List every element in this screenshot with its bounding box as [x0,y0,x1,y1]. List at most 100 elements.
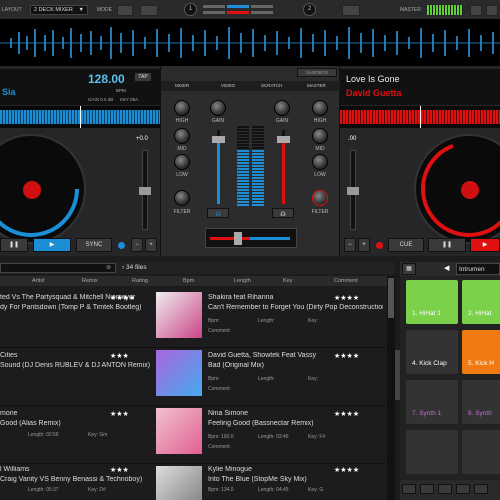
deck-right-artist: David Guetta [346,88,402,98]
volume-left-handle[interactable] [212,136,225,143]
eq-mid-left-knob[interactable] [174,128,190,144]
deck-left-waveform[interactable] [0,106,160,128]
volume-left-track[interactable] [212,130,225,204]
deck-left-pause-button[interactable]: ❚❚ [0,238,28,252]
play-icon: ▶ [49,242,55,248]
chevron-down-icon: ▼ [78,7,84,13]
effects-button[interactable] [342,5,360,16]
pitch-handle[interactable] [347,187,359,195]
pitch-minus-button-right[interactable]: − [344,238,356,252]
track-rating[interactable]: ★★★ [110,352,129,360]
track-key: Key: G [308,487,324,493]
table-row[interactable]: Cities ★★★ Sound (DJ Denis RUBLEV & DJ A… [0,346,385,406]
deck2-selector[interactable]: 2 [303,3,316,16]
mode-button-1[interactable] [117,5,133,16]
deck-right-key-lock-icon[interactable] [376,242,383,249]
gain-right-knob[interactable] [274,100,290,116]
col-artist[interactable]: Artist [32,278,45,284]
crossfader-handle[interactable] [234,232,242,245]
headphone-left-button[interactable]: ☊ [207,208,229,218]
browser-scrollbar[interactable] [387,276,395,500]
track-rating[interactable]: ★★★★ [334,466,359,474]
deck-right-pause-button[interactable]: ❚❚ [428,238,466,252]
track-rating[interactable]: ★★★★ [110,294,150,302]
deck-right-jogwheel[interactable] [414,134,500,244]
deck-right-cue-button[interactable]: CUE [388,238,424,252]
eq-low-right-knob[interactable] [312,154,328,170]
col-comment[interactable]: Comment [334,278,358,284]
track-rating[interactable]: ★★★★ [334,410,359,418]
pitch-handle[interactable] [139,187,151,195]
settings-button[interactable] [470,5,482,16]
sampler-pad-5[interactable]: 5. Kick H [462,330,500,374]
volume-right-track[interactable] [277,130,290,204]
tab-scratch[interactable]: SCRATCH [261,83,282,88]
track-rating[interactable]: ★★★★ [334,352,359,360]
deck1-selector[interactable]: 1 [184,3,197,16]
search-input[interactable] [0,263,116,273]
table-row[interactable]: l Williams ★★★ Craig Vanity VS Benny Ben… [0,462,385,500]
col-key[interactable]: Key [283,278,292,284]
sampler-pad-10[interactable] [406,430,458,474]
track-bpm: Bpm: [208,376,220,382]
sampler-settings-button[interactable] [474,484,488,494]
col-rating[interactable]: Rating [132,278,148,284]
pitch-plus-button[interactable]: + [145,238,157,252]
layout-select[interactable]: 2 DECK MIXER ▼ [30,5,88,15]
sampler-pad-8[interactable]: 8. Synth [462,380,500,424]
sandbox-button[interactable]: SANDBOX [297,68,337,77]
deck-left-sync-button[interactable]: SYNC [76,238,112,252]
deck-left-key-lock-icon[interactable] [118,242,125,249]
deck-right-waveform[interactable] [340,106,500,128]
col-bpm[interactable]: Bpm [183,278,194,284]
pitch-minus-button[interactable]: − [131,238,143,252]
deck-left-play-button[interactable]: ▶ [33,238,71,252]
side-panel-tab[interactable] [395,350,400,400]
eq-low-left-knob[interactable] [174,154,190,170]
tab-mixer[interactable]: MIXER [175,83,189,88]
filter-left-knob[interactable] [174,190,190,206]
sampler-loop-button[interactable] [438,484,452,494]
sampler-pad-1[interactable]: 1. HiHat 1 [406,280,458,324]
deck-left-pitch-slider[interactable] [139,150,151,230]
tab-video[interactable]: VIDEO [221,83,235,88]
sampler-pad-7[interactable]: 7. Synth 1 [406,380,458,424]
track-artist: Shakira feat Rihanna [208,294,274,301]
volume-right-handle[interactable] [277,136,290,143]
headphone-right-button[interactable]: ☊ [272,208,294,218]
sampler-volume-button[interactable] [456,484,470,494]
mode-button-2[interactable] [140,5,158,16]
sampler-pad-2[interactable]: 2. HiHat [462,280,500,324]
eq-high-left-knob[interactable] [174,100,190,116]
table-row[interactable]: mone ★★★ Good (Alias Remix) Length: 02:5… [0,404,385,464]
col-remix[interactable]: Remix [82,278,98,284]
sampler-mode-button[interactable] [402,484,416,494]
pitch-plus-button-right[interactable]: + [358,238,370,252]
filter-right-knob[interactable] [312,190,328,206]
close-button[interactable] [486,5,498,16]
grid-icon[interactable]: ▦ [402,263,416,275]
waveform-overview[interactable] [0,20,500,66]
crossfader[interactable] [205,228,297,248]
gain-left-knob[interactable] [210,100,226,116]
table-row[interactable]: ted Vs The Partysquad & Mitchell Niemeye… [0,288,385,348]
deck-right-play-button[interactable]: ▶ [470,238,500,252]
track-rating[interactable]: ★★★ [110,466,129,474]
tab-master[interactable]: MASTER [307,83,326,88]
search-clear-icon[interactable]: ⊗ [106,264,111,271]
eq-high-right-knob[interactable] [312,100,328,116]
sampler-pad-4[interactable]: 4. Kick Clap [406,330,458,374]
track-artist: Cities [0,352,18,359]
col-length[interactable]: Length [234,278,251,284]
eq-mid-left-label: MID [177,146,187,152]
deck-left-jogwheel[interactable] [0,134,86,244]
track-rating[interactable]: ★★★ [110,410,129,418]
sampler-record-button[interactable] [420,484,434,494]
eq-mid-right-knob[interactable] [312,128,328,144]
sampler-prev-icon[interactable]: ◀ [444,264,449,272]
sampler-bank-select[interactable]: Intrumen [456,263,500,275]
sampler-pad-11[interactable] [462,430,500,474]
tap-button[interactable]: TAP [134,72,152,82]
track-rating[interactable]: ★★★★ [334,294,359,302]
deck-right-pitch-slider[interactable] [347,150,359,230]
